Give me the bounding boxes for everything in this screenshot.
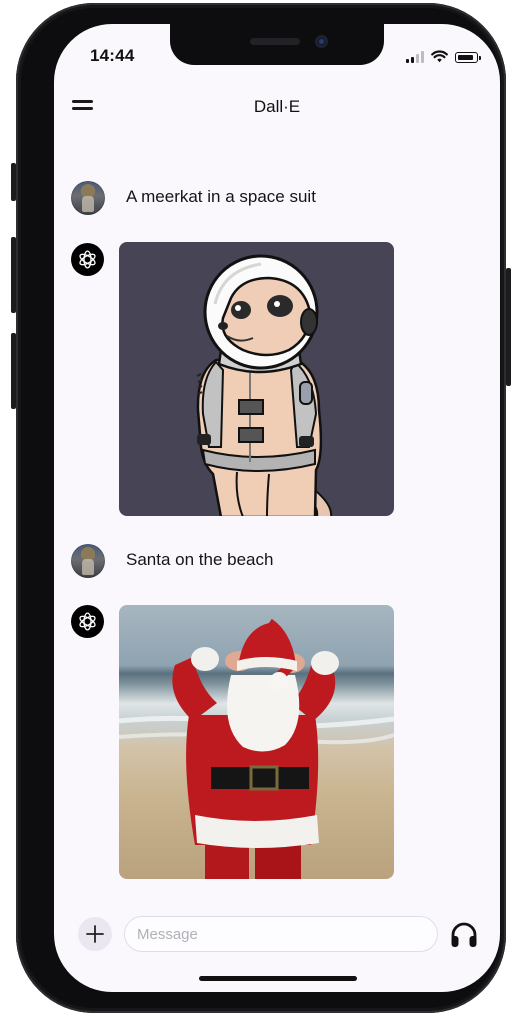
page-title: Dall·E <box>253 97 301 116</box>
add-attachment-button[interactable] <box>78 917 112 951</box>
volume-up-button <box>11 237 16 313</box>
front-camera <box>315 35 328 48</box>
power-button <box>506 268 511 386</box>
headphones-icon <box>451 922 477 947</box>
status-icons <box>406 49 481 63</box>
screen: 14:44 Dall·E A meerkat in a space suit S… <box>54 24 500 992</box>
user-prompt-text: A meerkat in a space suit <box>126 187 316 206</box>
wifi-icon <box>431 50 448 63</box>
silent-switch <box>11 163 16 201</box>
user-avatar <box>71 181 105 215</box>
volume-down-button <box>11 333 16 409</box>
notch <box>170 24 384 65</box>
plus-icon <box>86 925 104 943</box>
home-indicator <box>199 976 357 981</box>
openai-logo-icon <box>71 605 104 638</box>
phone-frame: 14:44 Dall·E A meerkat in a space suit S… <box>11 3 511 1013</box>
status-time: 14:44 <box>90 46 135 65</box>
generated-image-meerkat[interactable] <box>119 242 394 516</box>
speaker-grille <box>250 38 300 45</box>
cellular-signal-icon <box>406 51 424 63</box>
openai-logo-icon <box>71 243 104 276</box>
user-avatar <box>71 544 105 578</box>
voice-mode-button[interactable] <box>449 920 479 950</box>
generated-image-santa[interactable] <box>119 605 394 879</box>
message-input[interactable] <box>124 916 438 952</box>
user-prompt-text: Santa on the beach <box>126 550 274 569</box>
battery-icon <box>455 52 481 63</box>
